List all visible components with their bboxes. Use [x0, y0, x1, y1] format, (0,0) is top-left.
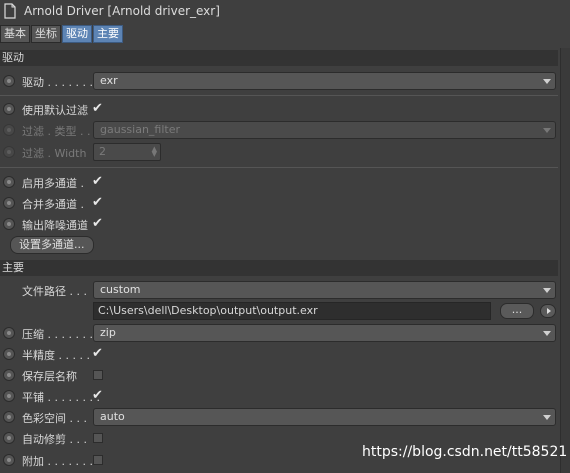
- tab-driver[interactable]: 驱动: [62, 25, 92, 43]
- driver-dropdown[interactable]: exr: [93, 72, 556, 90]
- color-space-value: auto: [100, 410, 125, 423]
- autocrop-label: 自动修剪 . . .: [22, 433, 87, 446]
- radio-icon[interactable]: [3, 103, 15, 115]
- use-default-filter-row: 使用默认过滤 ✔: [0, 99, 558, 119]
- driver-value: exr: [100, 74, 118, 87]
- check-icon[interactable]: ✔: [92, 195, 103, 210]
- tiled-label: 平铺 . . . . . . . .: [22, 391, 100, 404]
- check-icon[interactable]: ✔: [92, 216, 103, 231]
- browse-button[interactable]: ...: [500, 303, 534, 319]
- caret-down-icon: [543, 331, 551, 336]
- compression-label: 压缩 . . . . . . . .: [22, 328, 100, 341]
- radio-icon[interactable]: [3, 348, 15, 360]
- filter-width-value: 2: [99, 145, 106, 158]
- merge-multipass-row: 合并多通道 . ✔: [0, 193, 558, 213]
- half-precision-label: 半精度 . . . . .: [22, 349, 90, 362]
- radio-icon[interactable]: [3, 197, 15, 209]
- caret-down-icon: [543, 128, 551, 133]
- radio-icon[interactable]: [3, 390, 15, 402]
- compression-row: 压缩 . . . . . . . . zip: [0, 323, 558, 343]
- radio-icon[interactable]: [3, 75, 15, 87]
- preserve-layer-name-checkbox[interactable]: [93, 370, 103, 380]
- tab-coordinates[interactable]: 坐标: [31, 25, 61, 43]
- preserve-layer-name-row: 保存层名称: [0, 365, 558, 385]
- spinner-icon: ▲ ▼: [151, 145, 157, 158]
- radio-icon[interactable]: [3, 411, 15, 423]
- check-icon[interactable]: ✔: [92, 174, 103, 189]
- filter-width-label: 过滤 . Width: [22, 147, 87, 160]
- autocrop-checkbox[interactable]: [93, 433, 103, 443]
- preserve-layer-name-label: 保存层名称: [22, 370, 77, 383]
- tab-basic[interactable]: 基本: [0, 25, 30, 43]
- filter-type-label: 过滤 . 类型 . .: [22, 125, 91, 138]
- filter-type-value: gaussian_filter: [100, 123, 181, 136]
- half-precision-row: 半精度 . . . . . ✔: [0, 344, 558, 364]
- compression-dropdown[interactable]: zip: [93, 324, 556, 342]
- append-label: 附加 . . . . . . . .: [22, 455, 100, 468]
- filter-width-row: 过滤 . Width 2 ▲ ▼: [0, 142, 558, 162]
- enable-multipass-label: 启用多通道 .: [22, 177, 84, 190]
- tab-main[interactable]: 主要: [93, 25, 123, 43]
- check-icon[interactable]: ✔: [92, 388, 103, 403]
- radio-icon[interactable]: [3, 432, 15, 444]
- check-icon[interactable]: ✔: [92, 346, 103, 361]
- radio-icon[interactable]: [3, 454, 15, 466]
- radio-icon[interactable]: [3, 327, 15, 339]
- radio-icon[interactable]: [3, 369, 15, 381]
- radio-icon[interactable]: [3, 218, 15, 230]
- use-default-filter-label: 使用默认过滤: [22, 104, 88, 117]
- color-space-row: 色彩空间 . . . auto: [0, 407, 558, 427]
- setup-multipass-row: 设置多通道...: [0, 235, 558, 255]
- title-bar: Arnold Driver [Arnold driver_exr]: [0, 0, 570, 24]
- color-space-dropdown[interactable]: auto: [93, 408, 556, 426]
- compression-value: zip: [100, 326, 116, 339]
- caret-down-icon: [543, 288, 551, 293]
- tab-bar: 基本 坐标 驱动 主要: [0, 25, 124, 43]
- merge-multipass-label: 合并多通道 .: [22, 198, 84, 211]
- divider: [0, 95, 558, 96]
- color-space-label: 色彩空间 . . .: [22, 412, 87, 425]
- scrollbar[interactable]: [560, 48, 570, 473]
- file-path-input-row: C:\Users\dell\Desktop\output\output.exr …: [0, 301, 558, 321]
- radio-icon: [3, 146, 15, 158]
- file-path-mode-dropdown[interactable]: custom: [93, 281, 556, 299]
- section-header-main[interactable]: 主要: [0, 260, 558, 276]
- caret-down-icon: [543, 415, 551, 420]
- file-path-mode-value: custom: [100, 283, 141, 296]
- driver-label: 驱动 . . . . . . . .: [22, 76, 100, 89]
- tiled-row: 平铺 . . . . . . . . ✔: [0, 386, 558, 406]
- enable-multipass-row: 启用多通道 . ✔: [0, 172, 558, 192]
- radio-icon[interactable]: [3, 176, 15, 188]
- play-arrow-icon[interactable]: [540, 304, 556, 318]
- append-checkbox[interactable]: [93, 455, 103, 465]
- setup-multipass-button[interactable]: 设置多通道...: [10, 236, 94, 254]
- output-denoise-label: 输出降噪通道: [22, 219, 88, 232]
- divider: [0, 167, 558, 168]
- filter-type-row: 过滤 . 类型 . . gaussian_filter: [0, 120, 558, 140]
- check-icon[interactable]: ✔: [92, 101, 103, 116]
- caret-down-icon: [543, 79, 551, 84]
- radio-icon: [3, 124, 15, 136]
- filter-width-field: 2 ▲ ▼: [93, 143, 161, 161]
- watermark: https://blog.csdn.net/tt58521: [362, 444, 568, 460]
- file-path-input[interactable]: C:\Users\dell\Desktop\output\output.exr: [93, 302, 491, 320]
- driver-row: 驱动 . . . . . . . . exr: [0, 71, 558, 91]
- filter-type-dropdown: gaussian_filter: [93, 121, 556, 139]
- file-path-row: 文件路径 . . . custom: [0, 280, 558, 300]
- output-denoise-row: 输出降噪通道 ✔: [0, 214, 558, 234]
- file-path-label: 文件路径 . . .: [22, 285, 87, 298]
- window-title: Arnold Driver [Arnold driver_exr]: [24, 4, 220, 18]
- section-header-driver[interactable]: 驱动: [0, 50, 558, 66]
- document-icon: [4, 3, 16, 19]
